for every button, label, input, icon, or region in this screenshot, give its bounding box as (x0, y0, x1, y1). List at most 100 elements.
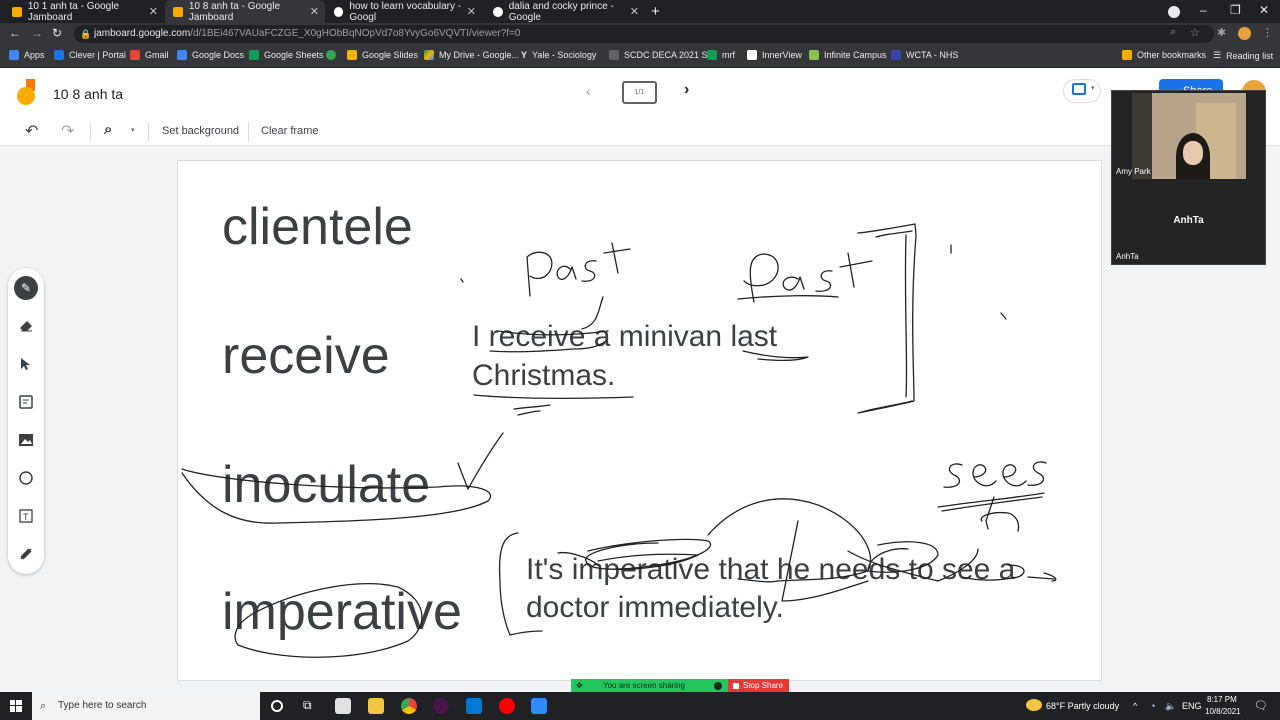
outlook-icon[interactable] (466, 698, 482, 714)
zoom-icon[interactable]: ⌕ (104, 121, 112, 138)
redo-icon[interactable]: ↷ (61, 121, 74, 141)
browser-tab[interactable]: how to learn vocabulary - Googl ✕ (326, 0, 482, 23)
document-title[interactable]: 10 8 anh ta (53, 86, 123, 102)
back-arrow-icon[interactable]: ← (9, 26, 21, 40)
jamboard-icon (173, 6, 183, 17)
sticky-note-tool-icon[interactable] (14, 390, 38, 414)
prev-frame-chevron-icon[interactable]: ‹ (586, 83, 591, 99)
close-icon[interactable]: ✕ (467, 5, 476, 18)
maximize-button[interactable]: ❐ (1230, 3, 1241, 17)
image-tool-icon[interactable] (14, 428, 38, 452)
bookmark[interactable]: mrf (707, 50, 735, 60)
bookmark-label: Apps (24, 50, 45, 60)
weather-text[interactable]: 68°F Partly cloudy (1046, 701, 1119, 711)
close-icon[interactable]: ✕ (149, 5, 158, 18)
taskbar-search[interactable]: ⌕ Type here to search (32, 692, 260, 720)
clock-time[interactable]: 8:17 PM (1207, 695, 1237, 704)
bookmark[interactable]: Google Sheets (249, 50, 324, 60)
slack-icon[interactable] (433, 698, 449, 714)
chevron-up-icon[interactable]: ^ (1133, 701, 1137, 711)
tab-title: 10 1 anh ta - Google Jamboard (27, 0, 120, 23)
bookmark[interactable]: WCTA - NHS (891, 50, 958, 60)
bookmark-apps[interactable]: Apps (9, 50, 45, 60)
browser-tab-active[interactable]: 10 8 anh ta - Google Jamboard ✕ (165, 0, 325, 23)
frame-bar-toggle[interactable]: 1/1 (622, 81, 657, 104)
menu-icon[interactable]: ⋮ (1262, 26, 1273, 39)
screen-share-status[interactable]: ✥ You are screen sharing (571, 679, 728, 693)
select-tool-icon[interactable] (14, 352, 38, 376)
tab-title: how to learn vocabulary - Googl (349, 0, 462, 23)
reading-list[interactable]: ☰ Reading list (1213, 50, 1273, 61)
url-bar[interactable]: 🔒 jamboard.google.com/d/1BEi467VAUaFCZGE… (74, 25, 1214, 43)
bookmark-other[interactable]: Other bookmarks (1122, 50, 1206, 60)
zoom-icon[interactable]: ⌕ (1170, 26, 1176, 39)
next-frame-chevron-icon[interactable]: › (684, 81, 689, 99)
cast-icon (1072, 83, 1086, 95)
gmail-icon (130, 50, 140, 60)
language-indicator[interactable]: ENG (1182, 701, 1202, 711)
google-icon (493, 6, 503, 17)
jamboard-toolbar: ↶ ↷ ⌕ ▾ Set background Clear frame (0, 118, 1280, 146)
bookmark[interactable]: Google Docs (177, 50, 244, 60)
bookmark[interactable]: Gmail (130, 50, 169, 60)
pen-strokes[interactable] (178, 161, 1102, 681)
network-icon[interactable]: ◔ (1150, 701, 1155, 711)
laser-tool-icon[interactable] (14, 542, 38, 566)
window-close-button[interactable]: ✕ (1259, 3, 1269, 17)
jam-frame-canvas[interactable]: clientele receive inoculate imperative I… (177, 160, 1102, 681)
bookmark[interactable]: Infinite Campus (809, 50, 887, 60)
browser-tab[interactable]: dalia and cocky prince - Google ✕ (485, 0, 645, 23)
star-icon[interactable]: ☆ (1190, 26, 1200, 39)
file-explorer-icon[interactable] (368, 698, 384, 714)
profile-download-icon[interactable] (1168, 6, 1180, 18)
video-app-icon[interactable] (499, 698, 515, 714)
notifications-icon[interactable]: 🗨 (1254, 699, 1268, 712)
task-view-icon[interactable]: ⧉ (303, 698, 312, 713)
close-icon[interactable]: ✕ (310, 5, 319, 18)
volume-icon[interactable]: 🔈 (1165, 701, 1176, 712)
eraser-tool-icon[interactable] (14, 314, 38, 338)
chevron-down-icon[interactable]: ▾ (131, 126, 135, 134)
handwriting-sees (937, 461, 1047, 532)
bookmark[interactable]: My Drive - Google... (424, 50, 519, 60)
close-icon[interactable]: ✕ (630, 5, 639, 18)
extensions-icon[interactable]: ✱ (1217, 26, 1226, 39)
jamboard-icon (12, 6, 22, 17)
stop-share-button[interactable]: Stop Share (728, 679, 789, 693)
bookmark[interactable]: Y Yale - Sociology (521, 50, 596, 60)
store-icon[interactable] (335, 698, 351, 714)
bookmark[interactable]: InnerView (747, 50, 802, 60)
text-box-tool-icon[interactable]: T (14, 504, 38, 528)
clear-frame-button[interactable]: Clear frame (261, 125, 318, 137)
participant-name-top: Amy Park (1116, 167, 1151, 176)
handwriting-bracket (857, 223, 917, 414)
minimize-button[interactable]: – (1200, 3, 1207, 17)
video-gallery[interactable]: Amy Park AnhTa AnhTa (1111, 90, 1266, 265)
forward-arrow-icon[interactable]: → (31, 26, 43, 40)
shape-tool-icon[interactable] (14, 466, 38, 490)
browser-tab[interactable]: 10 1 anh ta - Google Jamboard ✕ (4, 0, 164, 23)
set-background-button[interactable]: Set background (162, 125, 239, 137)
chrome-icon[interactable] (401, 698, 417, 714)
slides-icon (347, 50, 357, 60)
bookmark[interactable]: Clever | Portal (54, 50, 126, 60)
zoom-app-icon[interactable] (531, 698, 547, 714)
innerview-icon (747, 50, 757, 60)
google-icon (334, 6, 344, 17)
undo-icon[interactable]: ↶ (25, 121, 38, 141)
bookmark[interactable]: Google Slides (347, 50, 418, 60)
bookmark[interactable]: SCDC DECA 2021 S... (609, 50, 715, 60)
new-tab-button[interactable]: + (651, 3, 660, 20)
reload-icon[interactable]: ↻ (52, 26, 62, 40)
bookmark[interactable] (326, 50, 341, 60)
drag-handle-icon[interactable]: ✥ (576, 679, 583, 693)
present-button[interactable]: ▾ (1063, 79, 1101, 103)
windows-start-icon[interactable] (10, 700, 22, 712)
cortana-icon[interactable] (271, 700, 283, 712)
bookmark-label: Gmail (145, 50, 169, 60)
pen-tool-icon[interactable]: ✎ (14, 276, 38, 300)
avatar[interactable] (1238, 27, 1251, 40)
stray-marks (460, 244, 1007, 320)
clock-date[interactable]: 10/8/2021 (1205, 707, 1241, 716)
weather-icon[interactable] (1026, 699, 1042, 711)
